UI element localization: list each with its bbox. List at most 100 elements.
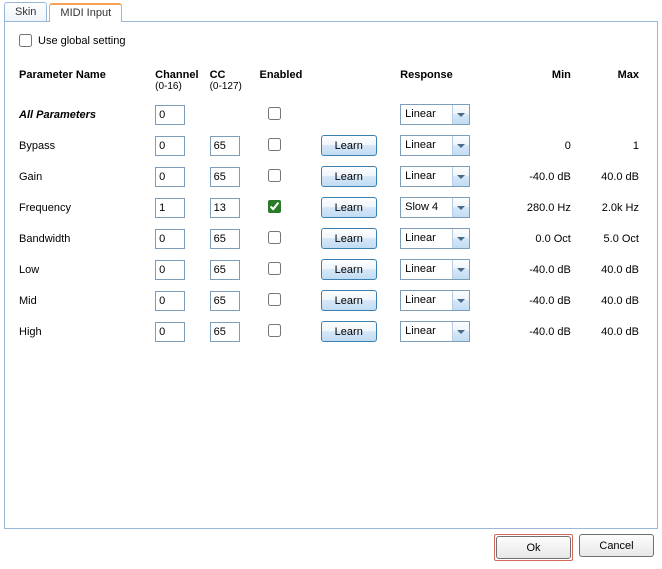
chevron-down-icon xyxy=(452,136,469,155)
all-parameters-row: All Parameters Linear xyxy=(19,102,643,127)
header-channel: Channel(0-16) xyxy=(155,69,209,96)
param-name: Mid xyxy=(19,288,155,313)
channel-input[interactable] xyxy=(155,167,185,187)
cc-input[interactable] xyxy=(210,260,240,280)
parameter-table: Parameter Name Channel(0-16) CC(0-127) E… xyxy=(19,63,643,350)
channel-input[interactable] xyxy=(155,136,185,156)
min-value: 0.0 Oct xyxy=(500,226,575,251)
global-setting-row: Use global setting xyxy=(19,34,643,47)
max-value: 40.0 dB xyxy=(575,257,643,282)
tab-midi-input[interactable]: MIDI Input xyxy=(49,3,122,22)
header-max: Max xyxy=(575,69,643,96)
tab-bar: Skin MIDI Input xyxy=(4,2,124,21)
chevron-down-icon xyxy=(452,229,469,248)
enabled-checkbox[interactable] xyxy=(268,169,281,182)
cc-input[interactable] xyxy=(210,229,240,249)
learn-button[interactable]: Learn xyxy=(321,135,377,156)
learn-button[interactable]: Learn xyxy=(321,290,377,311)
cc-input[interactable] xyxy=(210,198,240,218)
param-name: Bypass xyxy=(19,133,155,158)
channel-input[interactable] xyxy=(155,322,185,342)
table-row: Bypass Learn Linear 01 xyxy=(19,133,643,158)
all-enabled-checkbox[interactable] xyxy=(268,107,281,120)
midi-input-panel: Use global setting Parameter Name Channe… xyxy=(4,21,658,529)
all-channel-input[interactable] xyxy=(155,105,185,125)
header-enabled: Enabled xyxy=(260,69,321,96)
param-name: Gain xyxy=(19,164,155,189)
chevron-down-icon xyxy=(452,167,469,186)
learn-button[interactable]: Learn xyxy=(321,259,377,280)
enabled-checkbox[interactable] xyxy=(268,138,281,151)
learn-button[interactable]: Learn xyxy=(321,321,377,342)
table-row: FrequencyLearnSlow 4280.0 Hz2.0k Hz xyxy=(19,195,643,220)
ok-button[interactable]: Ok xyxy=(496,536,571,559)
header-row: Parameter Name Channel(0-16) CC(0-127) E… xyxy=(19,69,643,96)
max-value: 40.0 dB xyxy=(575,164,643,189)
response-select[interactable]: Slow 4 xyxy=(400,197,470,218)
ok-button-highlight: Ok xyxy=(494,534,573,561)
all-parameters-label: All Parameters xyxy=(19,102,155,127)
response-select[interactable]: Linear xyxy=(400,259,470,280)
table-row: MidLearnLinear-40.0 dB40.0 dB xyxy=(19,288,643,313)
chevron-down-icon xyxy=(452,291,469,310)
enabled-checkbox[interactable] xyxy=(268,324,281,337)
enabled-checkbox[interactable] xyxy=(268,293,281,306)
chevron-down-icon xyxy=(452,260,469,279)
table-row: Low Learn Linear -40.0 dB40.0 dB xyxy=(19,257,643,282)
response-select[interactable]: Linear xyxy=(400,166,470,187)
param-name: High xyxy=(19,319,155,344)
min-value: 280.0 Hz xyxy=(500,195,575,220)
cc-input[interactable] xyxy=(210,136,240,156)
min-value: -40.0 dB xyxy=(500,288,575,313)
min-value: -40.0 dB xyxy=(500,257,575,282)
channel-input[interactable] xyxy=(155,229,185,249)
response-value: Linear xyxy=(401,229,452,248)
response-value: Linear xyxy=(401,136,452,155)
max-value: 1 xyxy=(575,133,643,158)
use-global-setting-label: Use global setting xyxy=(38,35,125,47)
max-value: 40.0 dB xyxy=(575,319,643,344)
response-select[interactable]: Linear xyxy=(400,321,470,342)
response-value: Linear xyxy=(401,322,452,341)
chevron-down-icon xyxy=(452,322,469,341)
header-param: Parameter Name xyxy=(19,69,155,96)
enabled-checkbox[interactable] xyxy=(268,231,281,244)
param-name: Frequency xyxy=(19,195,155,220)
all-response-value: Linear xyxy=(401,105,452,124)
use-global-setting-checkbox[interactable] xyxy=(19,34,32,47)
min-value: 0 xyxy=(500,133,575,158)
param-name: Bandwidth xyxy=(19,226,155,251)
response-value: Slow 4 xyxy=(401,198,452,217)
param-name: Low xyxy=(19,257,155,282)
channel-input[interactable] xyxy=(155,260,185,280)
enabled-checkbox[interactable] xyxy=(268,200,281,213)
channel-input[interactable] xyxy=(155,291,185,311)
tab-skin[interactable]: Skin xyxy=(4,2,47,21)
response-select[interactable]: Linear xyxy=(400,135,470,156)
channel-input[interactable] xyxy=(155,198,185,218)
cc-input[interactable] xyxy=(210,167,240,187)
response-value: Linear xyxy=(401,260,452,279)
response-value: Linear xyxy=(401,291,452,310)
cc-input[interactable] xyxy=(210,322,240,342)
cc-input[interactable] xyxy=(210,291,240,311)
learn-button[interactable]: Learn xyxy=(321,228,377,249)
chevron-down-icon xyxy=(452,198,469,217)
max-value: 5.0 Oct xyxy=(575,226,643,251)
learn-button[interactable]: Learn xyxy=(321,166,377,187)
response-value: Linear xyxy=(401,167,452,186)
response-select[interactable]: Linear xyxy=(400,290,470,311)
table-row: Gain Learn Linear -40.0 dB40.0 dB xyxy=(19,164,643,189)
cancel-button[interactable]: Cancel xyxy=(579,534,654,557)
header-cc: CC(0-127) xyxy=(210,69,260,96)
table-row: HighLearnLinear-40.0 dB40.0 dB xyxy=(19,319,643,344)
all-response-select[interactable]: Linear xyxy=(400,104,470,125)
header-learn xyxy=(321,69,400,96)
dialog-footer: Ok Cancel xyxy=(494,534,654,561)
header-response: Response xyxy=(400,69,500,96)
enabled-checkbox[interactable] xyxy=(268,262,281,275)
response-select[interactable]: Linear xyxy=(400,228,470,249)
min-value: -40.0 dB xyxy=(500,164,575,189)
learn-button[interactable]: Learn xyxy=(321,197,377,218)
table-row: Bandwidth Learn Linear 0.0 Oct5.0 Oct xyxy=(19,226,643,251)
